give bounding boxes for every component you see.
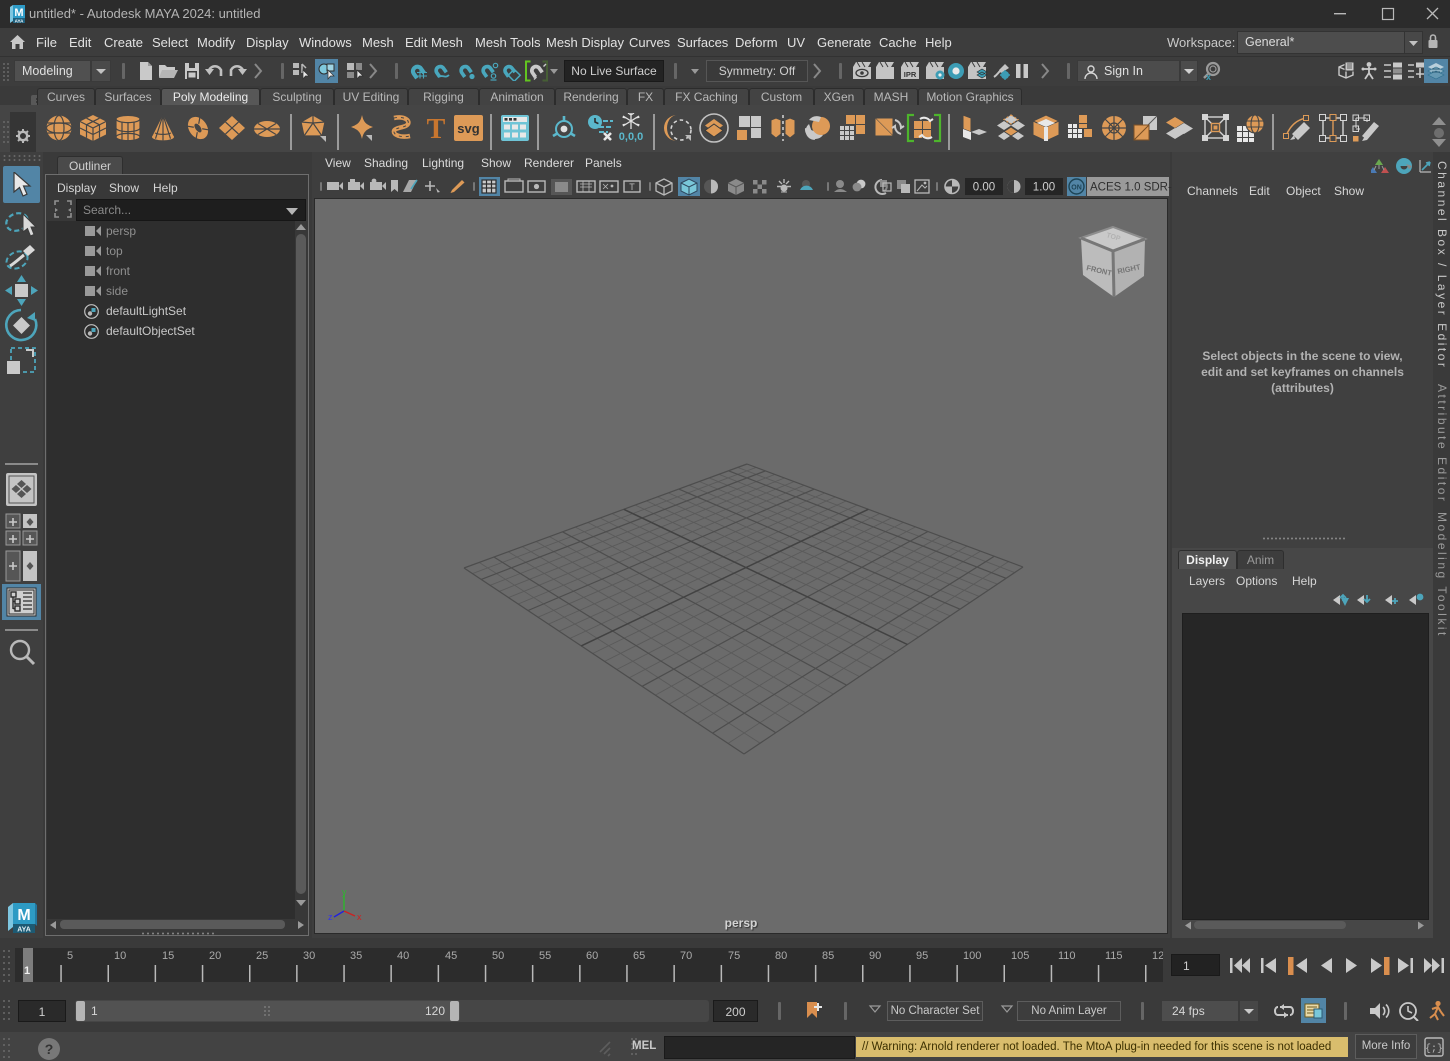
- svg-text:T: T: [629, 182, 635, 192]
- svg-text:x: x: [1206, 72, 1211, 81]
- svg-text:M: M: [17, 907, 30, 924]
- svg-text:y: y: [342, 889, 347, 897]
- svg-text:AYA: AYA: [15, 19, 24, 24]
- svg-text:M: M: [14, 7, 23, 19]
- svg-text:0.00: 0.00: [973, 182, 995, 194]
- svg-text:ON: ON: [1071, 185, 1082, 192]
- svg-text:0,0,0: 0,0,0: [619, 131, 643, 143]
- svg-text:svg: svg: [457, 121, 479, 136]
- svg-text:AYA: AYA: [17, 927, 31, 934]
- svg-text:T: T: [427, 114, 446, 142]
- svg-text:ACES 1.0 SDR-v: ACES 1.0 SDR-v: [1090, 182, 1172, 194]
- svg-text:IPR: IPR: [904, 70, 917, 79]
- svg-text:1.00: 1.00: [1033, 182, 1055, 194]
- svg-text:{;}: {;}: [1425, 1043, 1443, 1055]
